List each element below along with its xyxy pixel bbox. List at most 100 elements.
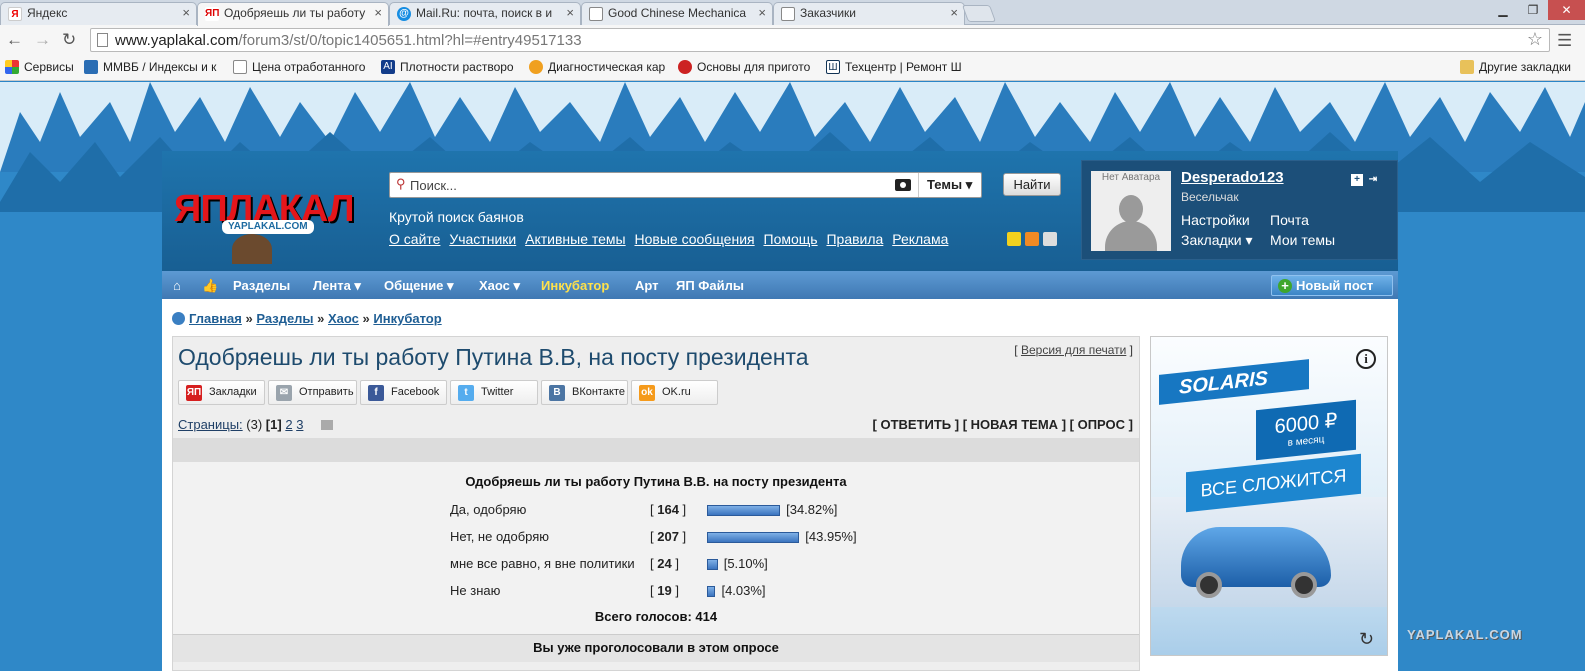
search-scope-select[interactable]: Темы ▾ [918, 173, 980, 197]
forward-icon[interactable]: → [34, 30, 51, 50]
back-icon[interactable]: ← [6, 30, 23, 50]
poll-option-label: Нет, не одобряю [450, 529, 550, 544]
info-icon[interactable]: i [1356, 349, 1376, 369]
poll-option-label: мне все равно, я вне политики [450, 556, 635, 571]
site-logo[interactable]: ЯПЛАКАЛ YAPLAKAL.COM [174, 186, 364, 264]
pencil-icon[interactable] [1043, 232, 1057, 246]
avatar[interactable]: Нет Аватара [1091, 171, 1171, 251]
link-help[interactable]: Помощь [764, 231, 818, 247]
camera-icon[interactable] [895, 179, 911, 191]
address-bar[interactable]: www.yaplakal.com/forum3/st/0/topic140565… [90, 28, 1550, 52]
current-page: 1 [270, 417, 278, 432]
my-topics-link[interactable]: Мои темы [1270, 232, 1335, 248]
tab-title: Яндекс [27, 6, 68, 20]
tab-zakazchiki[interactable]: Заказчики × [773, 2, 965, 25]
mail-link[interactable]: Почта [1270, 212, 1309, 228]
menu-icon[interactable]: ☰ [1557, 31, 1572, 51]
nav-incubator[interactable]: Инкубатор [541, 278, 609, 293]
user-icons: + ⇥ [1351, 173, 1383, 187]
bookmark-item[interactable]: Цена отработанного [233, 60, 365, 74]
search-scope-label: Темы [927, 177, 963, 192]
envelope-icon[interactable] [321, 420, 334, 430]
minimize-icon[interactable]: ▁ [1488, 0, 1518, 20]
star-icon[interactable] [1007, 232, 1021, 246]
other-bookmarks[interactable]: Другие закладки [1460, 60, 1571, 74]
bookmark-item[interactable]: Диагностическая кар [529, 60, 665, 74]
new-post-button[interactable]: + Новый пост [1271, 275, 1393, 296]
bookmark-star-icon[interactable]: ☆ [1527, 29, 1543, 50]
user-panel: Нет Аватара Desperado123 Весельчак Настр… [1081, 160, 1398, 260]
ok-icon: ok [639, 385, 655, 401]
bookmark-item[interactable]: Ш Техцентр | Ремонт Ш [826, 60, 962, 74]
restore-icon[interactable]: ❐ [1518, 0, 1548, 20]
mmvb-icon [84, 60, 98, 74]
close-tab-icon[interactable]: × [758, 5, 766, 20]
poll-option-votes: [ 207 ] [650, 529, 687, 544]
pages-label[interactable]: Страницы: [178, 417, 243, 432]
new-tab-button[interactable] [961, 5, 997, 22]
nav-art[interactable]: Арт [635, 278, 659, 293]
crumb-chaos[interactable]: Хаос [328, 311, 359, 326]
page-icon [781, 7, 795, 21]
close-tab-icon[interactable]: × [182, 5, 190, 20]
poll-button[interactable]: ОПРОС [1078, 417, 1125, 432]
nav-yp-files[interactable]: ЯП Файлы [676, 278, 744, 293]
settings-link[interactable]: Настройки [1181, 212, 1250, 228]
nav-chaos[interactable]: Хаос ▾ [479, 278, 520, 294]
close-tab-icon[interactable]: × [950, 5, 958, 20]
nav-feed[interactable]: Лента ▾ [313, 278, 361, 294]
crumb-incubator[interactable]: Инкубатор [373, 311, 441, 326]
close-window-icon[interactable]: ✕ [1548, 0, 1585, 20]
votes-value: 164 [657, 502, 679, 517]
replay-icon[interactable]: ↻ [1359, 629, 1374, 650]
link-new-messages[interactable]: Новые сообщения [635, 231, 755, 247]
nav-communication[interactable]: Общение ▾ [384, 278, 454, 294]
print-version-link[interactable]: Версия для печати [1021, 343, 1126, 357]
link-active-topics[interactable]: Активные темы [525, 231, 626, 247]
tab-yandex[interactable]: Я Яндекс × [0, 2, 197, 25]
share-facebook-button[interactable]: f Facebook [360, 380, 447, 405]
crumb-home[interactable]: Главная [189, 311, 242, 326]
tab-yaplakal[interactable]: ЯП Одобряешь ли ты работу × [197, 2, 389, 26]
link-ads[interactable]: Реклама [892, 231, 948, 247]
bookmark-item[interactable]: Сервисы [5, 60, 74, 74]
close-tab-icon[interactable]: × [566, 5, 574, 20]
new-topic-button[interactable]: НОВАЯ ТЕМА [971, 417, 1058, 432]
crumb-sections[interactable]: Разделы [256, 311, 313, 326]
link-about[interactable]: О сайте [389, 231, 440, 247]
advertisement[interactable]: i SOLARIS 6000 ₽ в месяц ВСЕ СЛОЖИТСЯ ↻ [1150, 336, 1388, 656]
poll-voted-message: Вы уже проголосовали в этом опросе [173, 634, 1139, 662]
close-tab-icon[interactable]: × [374, 5, 382, 20]
share-bookmarks-button[interactable]: ЯП Закладки [178, 380, 265, 405]
thumbs-up-icon[interactable]: 👍 [202, 278, 218, 294]
rss-icon[interactable] [1025, 232, 1039, 246]
home-icon[interactable]: ⌂ [173, 278, 181, 293]
link-members[interactable]: Участники [449, 231, 516, 247]
page-link[interactable]: 3 [296, 417, 303, 432]
username-link[interactable]: Desperado123 [1181, 169, 1284, 186]
search-icon: ⚲ [396, 176, 406, 191]
poll-bar [707, 559, 718, 570]
nav-sections[interactable]: Разделы [233, 278, 290, 293]
reply-button[interactable]: ОТВЕТИТЬ [880, 417, 951, 432]
search-input[interactable]: ⚲ Поиск... Темы ▾ [389, 172, 982, 198]
link-rules[interactable]: Правила [826, 231, 883, 247]
reload-icon[interactable]: ↻ [62, 30, 76, 50]
bookmarks-menu[interactable]: Закладки ▾ [1181, 232, 1253, 249]
share-vk-button[interactable]: B ВКонтакте [541, 380, 628, 405]
bookmark-item[interactable]: Основы для пригото [678, 60, 810, 74]
find-button[interactable]: Найти [1003, 173, 1061, 196]
share-twitter-button[interactable]: t Twitter [450, 380, 538, 405]
tab-mechanical[interactable]: Good Chinese Mechanica × [581, 2, 773, 25]
poll-option-label: Не знаю [450, 583, 501, 598]
header-links: О сайте Участники Активные темы Новые со… [389, 231, 953, 247]
poll-option-label: Да, одобряю [450, 502, 527, 517]
exit-icon[interactable]: ⇥ [1367, 175, 1379, 187]
bookmark-item[interactable]: AI Плотности растворо [381, 60, 514, 74]
tab-mailru[interactable]: @ Mail.Ru: почта, поиск в и × [389, 2, 581, 25]
page-link[interactable]: 2 [285, 417, 292, 432]
bookmark-item[interactable]: ММВБ / Индексы и к [84, 60, 216, 74]
share-send-button[interactable]: ✉ Отправить [268, 380, 357, 405]
plus-icon[interactable]: + [1351, 174, 1363, 186]
share-ok-button[interactable]: ok OK.ru [631, 380, 718, 405]
